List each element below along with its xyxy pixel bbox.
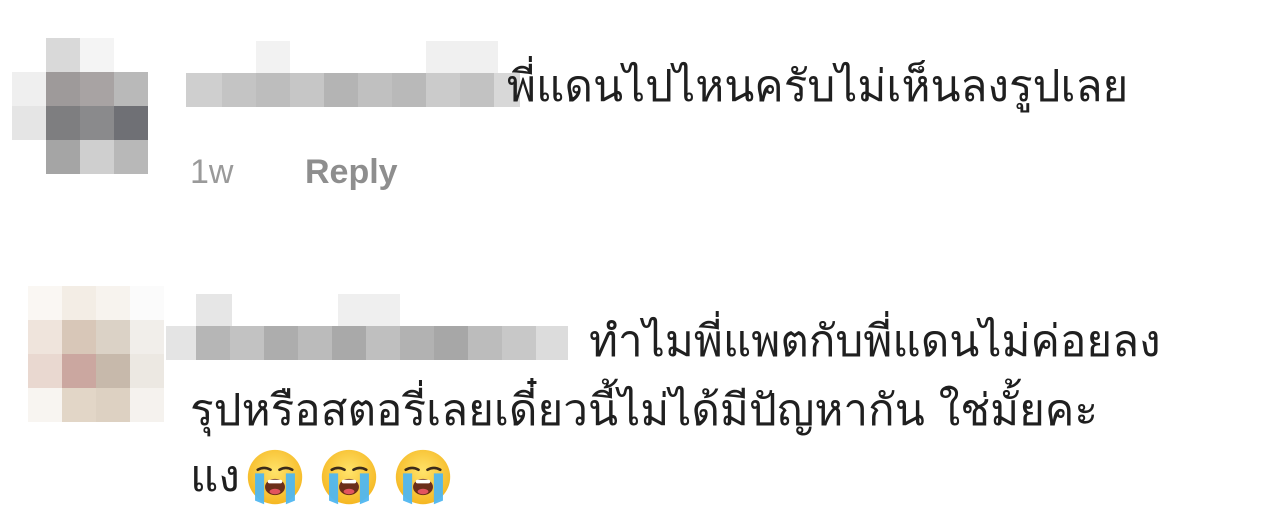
username-blurred[interactable]	[166, 326, 568, 360]
comment-text-line-2: รุปหรือสตอรี่เลยเดี๋ยวนี้ไม่ได้มีปัญหากั…	[190, 385, 1098, 436]
comment-text-fragment: แง	[190, 451, 240, 502]
username-blur-fragment	[426, 41, 498, 73]
reply-button[interactable]: Reply	[305, 153, 398, 192]
loudly-crying-face-icon	[247, 449, 303, 505]
avatar[interactable]	[12, 38, 148, 174]
username-blurred[interactable]	[186, 73, 520, 107]
comment-text-line-1: ทำไมพี่แพตกับพี่แดนไม่ค่อยลง	[589, 316, 1161, 367]
comment-text-line-3: แง	[190, 448, 468, 506]
avatar[interactable]	[28, 286, 164, 422]
comment-timestamp: 1w	[190, 153, 234, 191]
loudly-crying-face-icon	[321, 449, 377, 505]
username-blur-fragment	[256, 41, 290, 73]
username-blur-fragment	[196, 294, 232, 326]
loudly-crying-face-icon	[395, 449, 451, 505]
comment-text: พี่แดนไปไหนครับไม่เห็นลงรูปเลย	[507, 61, 1129, 112]
comment-meta: 1w Reply	[190, 153, 398, 192]
username-blur-fragment	[338, 294, 400, 326]
